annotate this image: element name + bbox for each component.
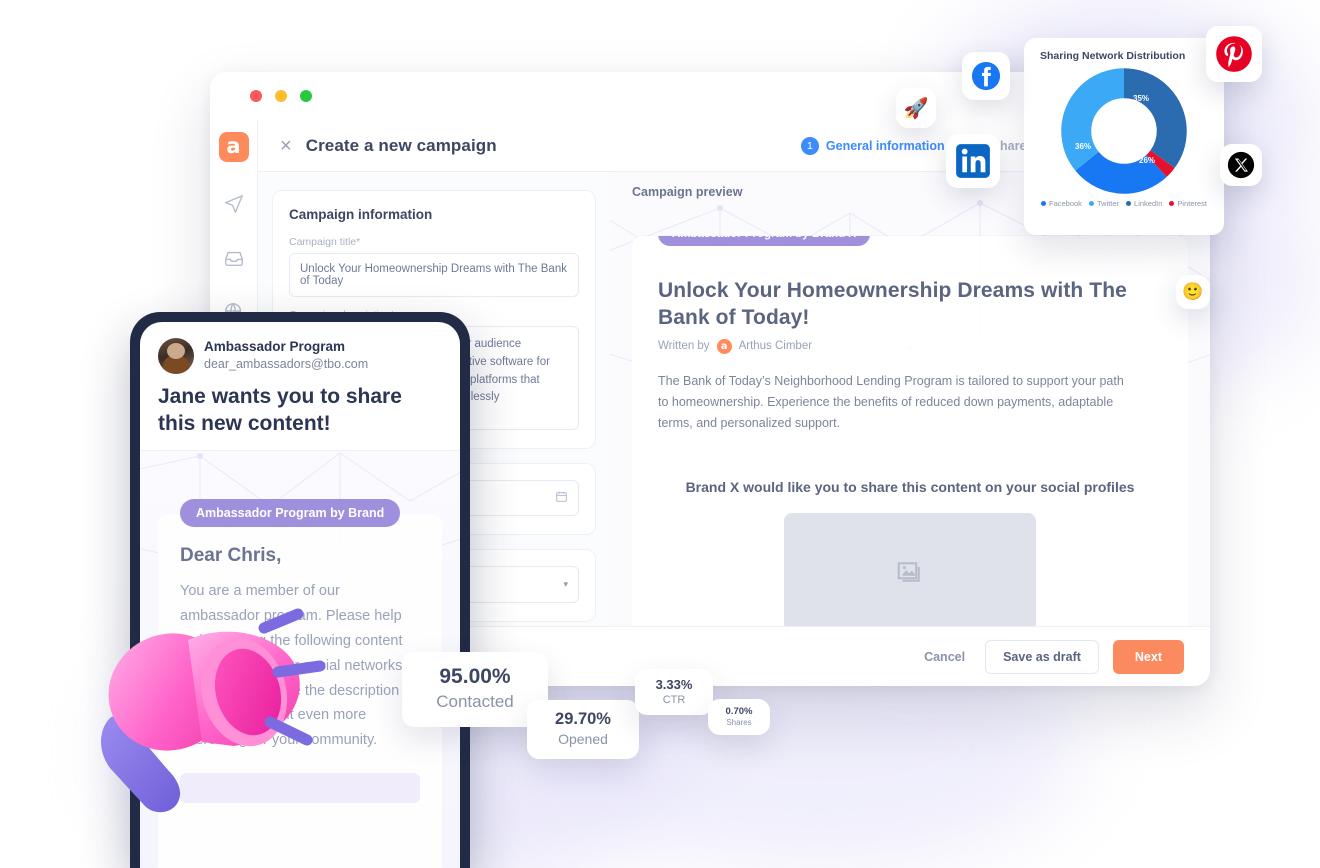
close-icon[interactable]: × [280,136,292,156]
preview-author-line: Written by a Arthus Cimber [658,338,1162,354]
stat-label: Opened [558,731,608,747]
minimize-window-dot[interactable] [275,90,287,102]
campaign-title-label: Campaign title* [289,236,361,248]
calendar-icon[interactable] [555,490,568,506]
preview-title: Unlock Your Homeownership Dreams with Th… [658,279,1127,329]
smiley-icon[interactable]: 🙂 [1176,275,1210,309]
stat-value: 95.00% [439,665,511,688]
campaign-title-input[interactable]: Unlock Your Homeownership Dreams with Th… [289,253,579,297]
slice-label-facebook: 26% [1139,156,1156,165]
rocket-icon[interactable]: 🚀 [896,88,936,128]
send-icon[interactable] [222,192,246,216]
preview-body: The Bank of Today’s Neighborhood Lending… [658,373,1124,430]
stat-value: 29.70% [555,710,611,728]
megaphone-illustration [101,608,326,813]
legend-label: LinkedIn [1134,199,1163,208]
step-general-information[interactable]: 1 General information [800,136,945,155]
donut-chart: 35% 3% 26% 36% [1061,68,1187,194]
window-controls [250,90,312,102]
screenshot-stage: a × Create a new campaign 1 General info… [0,0,1320,868]
slice-label-linkedin: 35% [1133,94,1150,103]
legend-dot [1169,201,1175,206]
section-title: Campaign information [289,207,433,222]
stat-label: CTR [662,694,686,706]
maximize-window-dot[interactable] [300,90,312,102]
save-as-draft-button[interactable]: Save as draft [985,639,1099,674]
cancel-button[interactable]: Cancel [918,642,971,672]
legend-item-pinterest: Pinterest [1169,199,1207,208]
sender-name: Ambassador Program [204,339,346,355]
preview-sheet: Ambassador Program by Brand X Unlock You… [632,236,1188,626]
app-logo[interactable]: a [218,132,249,162]
stat-value: 3.33% [655,677,693,692]
stat-label: Shares [726,718,752,727]
stat-label: Contacted [436,692,514,711]
avatar [158,338,194,374]
next-button[interactable]: Next [1112,639,1184,674]
sharing-network-distribution-card: Sharing Network Distribution 35% 3% 26% … [1024,38,1224,235]
author-avatar: a [716,338,732,354]
stat-card-opened: 29.70% Opened [527,700,639,759]
email-sender: Ambassador Program dear_ambassadors@tbo.… [158,338,442,374]
inbox-icon[interactable] [222,246,246,270]
legend-item-facebook: Facebook [1041,199,1082,208]
written-by-label: Written by [658,340,710,353]
chevron-down-icon[interactable]: ▾ [563,579,568,590]
email-subject: Jane wants you to share this new content… [158,385,402,435]
pinterest-icon[interactable] [1206,26,1262,82]
close-window-dot[interactable] [250,90,262,102]
x-twitter-icon[interactable] [1220,144,1262,186]
legend-label: Pinterest [1177,199,1207,208]
stat-card-shares: 0.70% Shares [708,699,770,735]
share-prompt: Brand X would like you to share this con… [685,478,1135,495]
legend-item-linkedin: LinkedIn [1126,199,1162,208]
facebook-icon[interactable] [962,52,1010,100]
preview-badge: Ambassador Program by Brand X [658,236,871,246]
sender-email: dear_ambassadors@tbo.com [204,357,369,372]
legend-item-twitter: Twitter [1088,199,1120,208]
image-placeholder-icon [784,512,1036,626]
campaign-preview-pane: Campaign preview Unlock Your Homeownersh… [610,172,1210,626]
slice-label-pinterest: 3% [1145,130,1157,139]
legend-dot [1126,201,1132,206]
email-greeting: Dear Chris, [180,544,282,566]
legend-label: Twitter [1096,199,1120,208]
step-number: 1 [800,136,819,155]
author-name: Arthus Cimber [738,340,813,353]
step-label: General information [825,138,945,153]
page-title: Create a new campaign [305,135,497,155]
donut-chart-svg [1061,68,1187,194]
slice-label-twitter: 36% [1075,142,1092,151]
email-badge: Ambassador Program by Brand [180,498,401,527]
chart-title: Sharing Network Distribution [1040,50,1186,62]
chart-legend: Facebook Twitter LinkedIn Pinterest [1034,199,1214,208]
stat-card-ctr: 3.33% CTR [635,669,713,715]
stat-value: 0.70% [725,706,753,717]
legend-label: Facebook [1049,199,1082,208]
legend-dot [1088,201,1094,206]
email-header: Ambassador Program dear_ambassadors@tbo.… [140,322,460,450]
legend-dot [1041,201,1046,206]
linkedin-icon[interactable] [946,134,1000,188]
